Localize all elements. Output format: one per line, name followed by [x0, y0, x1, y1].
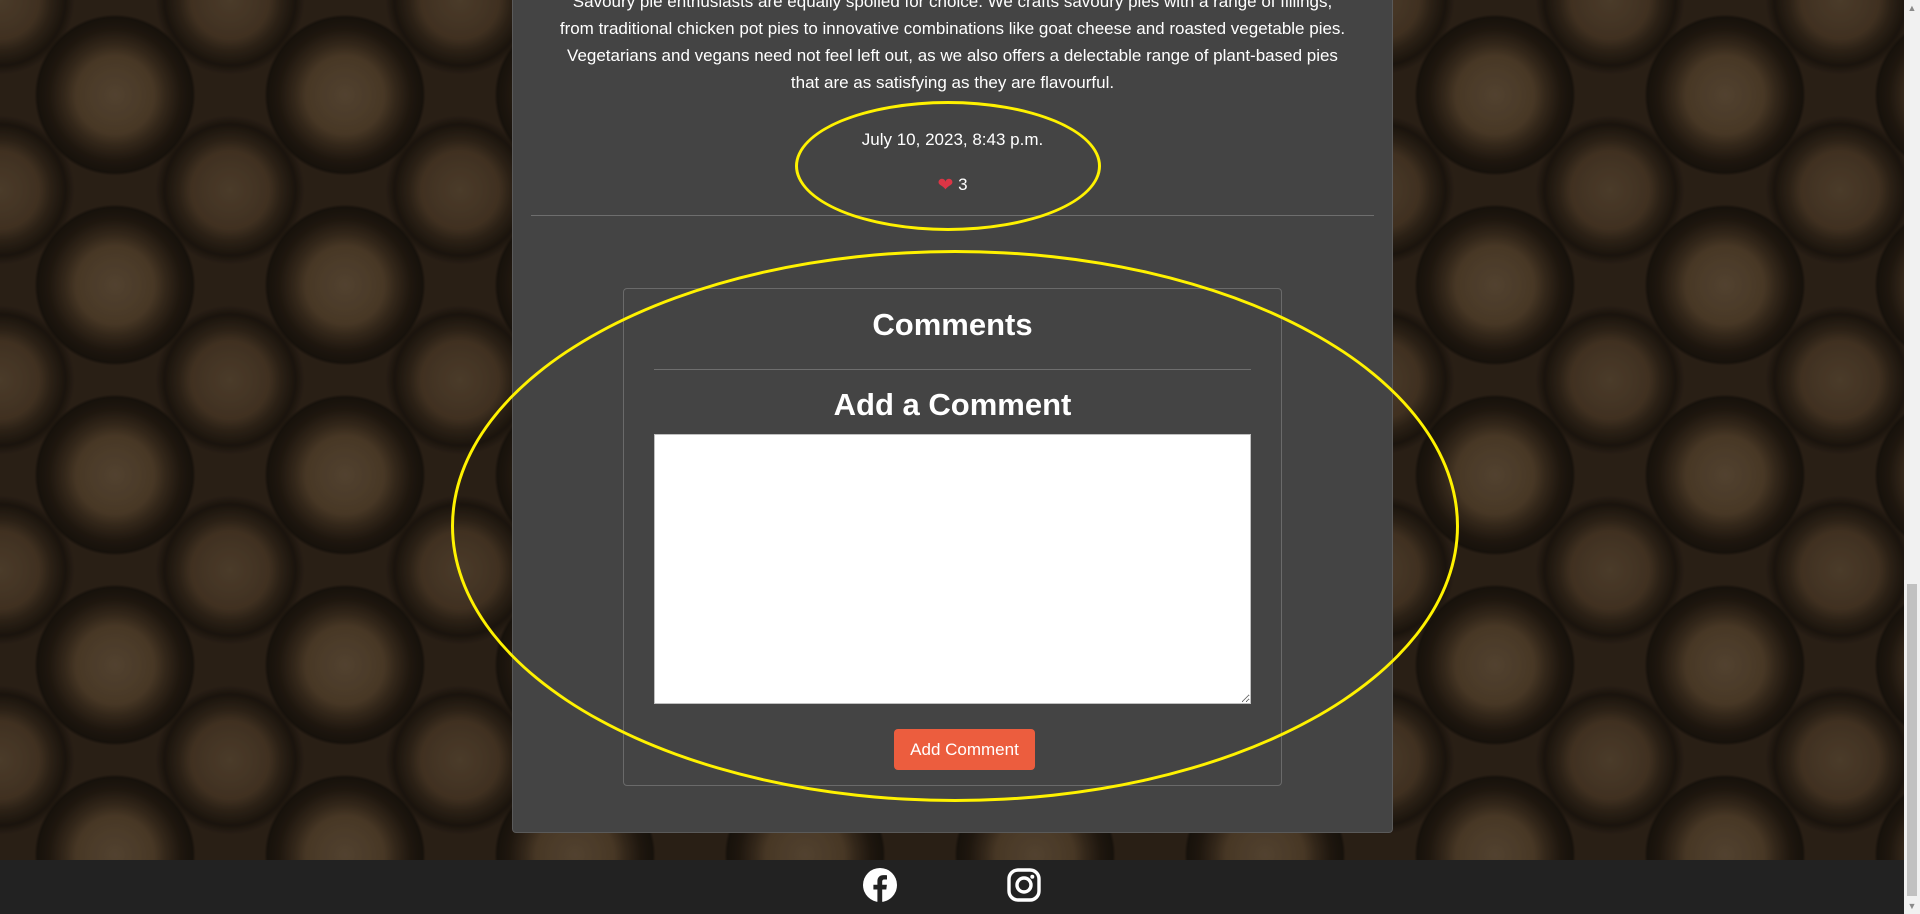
comments-section: Comments Add a Comment Add Comment	[623, 288, 1282, 786]
facebook-link[interactable]	[862, 867, 898, 903]
post-content: Savoury pie enthusiasts are equally spoi…	[513, 0, 1392, 96]
heart-icon[interactable]: ❤	[937, 175, 953, 196]
footer	[0, 860, 1904, 914]
post-content-line: from traditional chicken pot pies to inn…	[559, 19, 1346, 38]
instagram-link[interactable]	[1006, 867, 1042, 903]
comments-heading: Comments	[872, 307, 1033, 342]
add-comment-heading: Add a Comment	[833, 387, 1072, 422]
page-scrollbar[interactable]: ▲ ▼	[1904, 0, 1920, 914]
facebook-icon	[863, 868, 897, 903]
post-card: Savoury pie enthusiasts are equally spoi…	[512, 0, 1393, 833]
scrollbar-thumb[interactable]	[1907, 584, 1917, 896]
add-comment-button[interactable]: Add Comment	[894, 729, 1035, 770]
scroll-up-arrow-icon[interactable]: ▲	[1904, 0, 1920, 16]
section-divider	[531, 215, 1374, 216]
scroll-down-arrow-icon[interactable]: ▼	[1904, 898, 1920, 914]
post-content-line: Vegetarians and vegans need not feel lef…	[567, 46, 1338, 65]
comments-divider	[654, 369, 1251, 370]
post-content-line: Savoury pie enthusiasts are equally spoi…	[572, 0, 1333, 11]
comment-textarea[interactable]	[654, 434, 1251, 704]
instagram-icon	[1007, 868, 1041, 902]
post-date: July 10, 2023, 8:43 p.m.	[861, 130, 1044, 149]
like-count: 3	[958, 175, 968, 194]
like-section[interactable]: ❤ 3	[513, 174, 1392, 197]
post-content-line: that are as satisfying as they are flavo…	[790, 73, 1115, 92]
